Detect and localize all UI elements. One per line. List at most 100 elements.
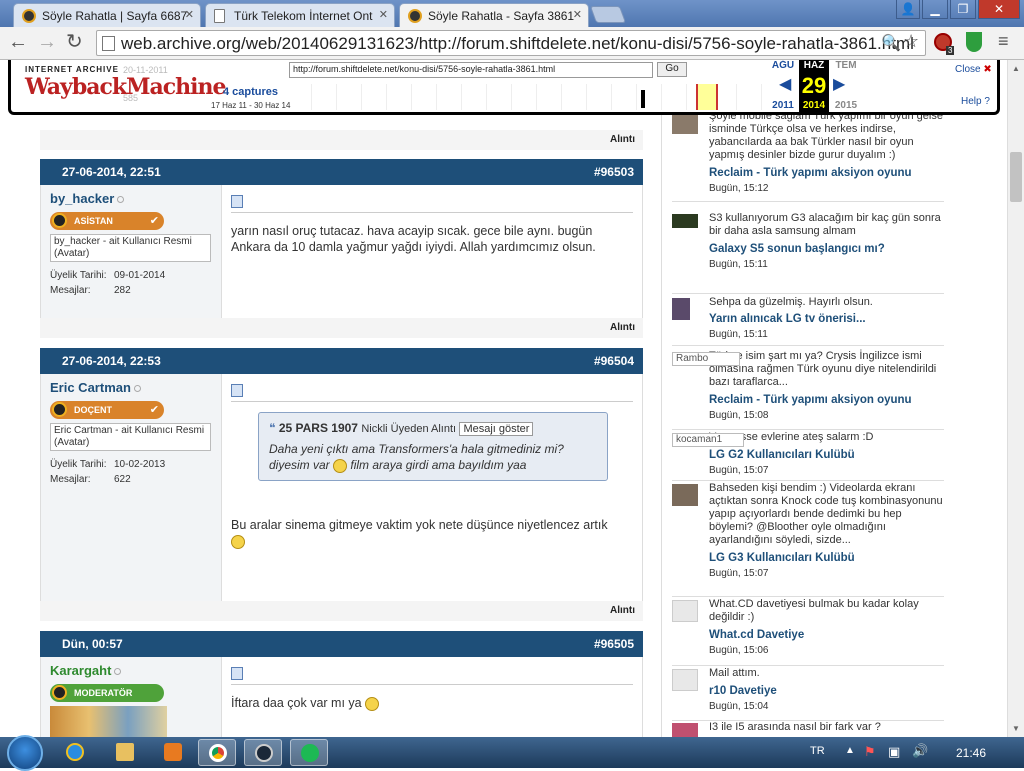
captures-link[interactable]: 4 captures xyxy=(223,86,278,98)
media-player-icon[interactable] xyxy=(154,739,192,766)
tray-expand-icon[interactable]: ▲ xyxy=(845,745,855,756)
back-icon[interactable]: ← xyxy=(8,32,28,52)
quote-link[interactable]: Alıntı xyxy=(40,130,643,150)
sidebar-thread-link[interactable]: LG G2 Kullanıcıları Kulübü xyxy=(709,449,944,461)
user-info: by_hacker ASİSTAN ✔ by_hacker - ait Kulla… xyxy=(41,185,222,318)
avatar[interactable] xyxy=(672,484,698,506)
volume-icon[interactable]: 🔊 xyxy=(912,743,928,759)
offline-status-icon xyxy=(133,385,141,392)
forward-icon[interactable]: → xyxy=(37,32,57,52)
scroll-up-icon[interactable]: ▲ xyxy=(1012,64,1020,73)
chrome-icon[interactable] xyxy=(198,739,236,766)
close-icon[interactable]: ✕ xyxy=(379,8,388,21)
username[interactable]: Karargaht xyxy=(50,663,212,678)
menu-icon[interactable]: ≡ xyxy=(998,31,1009,52)
post-number[interactable]: #96504 xyxy=(594,348,634,374)
divider xyxy=(231,212,633,213)
avatar[interactable]: Rambo xyxy=(672,352,740,366)
sidebar-thread-link[interactable]: What.cd Davetiye xyxy=(709,629,944,641)
address-bar[interactable]: web.archive.org/web/20140629131623/http:… xyxy=(96,30,926,56)
action-center-icon[interactable]: ⚑ xyxy=(864,744,876,760)
file-explorer-icon[interactable] xyxy=(106,739,144,766)
avatar[interactable] xyxy=(50,706,167,737)
tab-soyle-rahatla-6687[interactable]: Söyle Rahatla | Sayfa 6687 ✕ xyxy=(13,3,201,27)
minimize-button[interactable]: ▁ xyxy=(922,0,948,19)
wayback-go-button[interactable]: Go xyxy=(657,62,687,77)
avatar[interactable] xyxy=(672,214,698,228)
user-info: Karargaht MODERATÖR xyxy=(41,657,222,737)
username[interactable]: by_hacker xyxy=(50,191,212,206)
sidebar-time: Bugün, 15:07 xyxy=(709,568,769,579)
current-month: HAZ xyxy=(803,60,825,71)
network-icon[interactable]: ▣ xyxy=(888,744,900,760)
help-label[interactable]: Help xyxy=(961,96,982,107)
next-capture-arrow-icon[interactable]: ▶ xyxy=(833,74,845,94)
username-text[interactable]: Karargaht xyxy=(50,663,111,678)
shield-extension-icon[interactable] xyxy=(966,32,982,52)
post-text-content: İftara daa çok var mı ya xyxy=(231,696,362,710)
tab-soyle-rahatla-3861[interactable]: Söyle Rahatla - Sayfa 3861 ✕ xyxy=(399,3,589,27)
list-item: I3 ile I5 arasında nasıl bir fark var ? xyxy=(672,721,944,737)
sidebar-thread-link[interactable]: r10 Davetiye xyxy=(709,685,944,697)
default-avatar-icon[interactable] xyxy=(672,600,698,622)
join-date: 09-01-2014 xyxy=(114,270,166,281)
sidebar-thread-link[interactable]: LG G3 Kullanıcıları Kulübü xyxy=(709,552,944,564)
avatar[interactable] xyxy=(672,112,698,134)
close-label[interactable]: Close xyxy=(955,64,981,75)
join-date-label: Üyelik Tarihi: xyxy=(50,459,107,470)
reload-icon[interactable]: ↻ xyxy=(66,32,83,52)
post-number[interactable]: #96505 xyxy=(594,631,634,657)
scroll-thumb[interactable] xyxy=(1010,152,1022,202)
wayback-help[interactable]: Help ? xyxy=(961,96,990,107)
view-post-button[interactable]: Mesajı göster xyxy=(459,422,534,436)
user-icon[interactable]: 👤 xyxy=(896,0,920,19)
prev-month-link[interactable]: AĞU xyxy=(768,60,798,71)
sidebar-thread-link[interactable]: Reclaim - Türk yapımı aksiyon oyunu xyxy=(709,167,944,179)
username[interactable]: Eric Cartman xyxy=(50,380,212,395)
search-icon[interactable]: 🔍 xyxy=(881,33,901,53)
post-number[interactable]: #96503 xyxy=(594,159,634,185)
quote-link-label[interactable]: Alıntı xyxy=(610,605,635,616)
bookmark-star-icon[interactable]: ☆ xyxy=(903,31,919,52)
tab-turk-telekom[interactable]: Türk Telekom İnternet Ont ✕ xyxy=(205,3,395,27)
sidebar-thread-link[interactable]: Reclaim - Türk yapımı aksiyon oyunu xyxy=(709,394,944,406)
spotify-icon[interactable] xyxy=(290,739,328,766)
list-item: S3 kullanıyorum G3 alacağım bir kaç gün … xyxy=(672,212,944,294)
post-icon xyxy=(231,667,243,680)
close-icon[interactable]: ✕ xyxy=(573,8,582,21)
steam-icon[interactable] xyxy=(244,739,282,766)
page-scrollbar[interactable]: ▲ ▼ xyxy=(1007,60,1024,737)
close-window-button[interactable]: ✕ xyxy=(978,0,1020,19)
wayback-url-input[interactable]: http://forum.shiftdelete.net/konu-disi/5… xyxy=(289,62,653,78)
quote-link-label[interactable]: Alıntı xyxy=(610,134,635,145)
quote-link-label[interactable]: Alıntı xyxy=(610,322,635,333)
wayback-close[interactable]: Close ✖ xyxy=(955,64,992,75)
maximize-button[interactable]: ❐ xyxy=(950,0,976,19)
avatar[interactable]: kocaman1 xyxy=(672,433,744,447)
start-button[interactable] xyxy=(7,735,43,771)
close-icon[interactable]: ✖ xyxy=(983,64,991,75)
close-icon[interactable]: ✕ xyxy=(185,8,194,21)
avatar[interactable] xyxy=(672,723,698,737)
sidebar-thread-link[interactable]: Galaxy S5 sonun başlangıcı mı? xyxy=(709,243,944,255)
prev-capture-arrow-icon[interactable]: ◀ xyxy=(779,74,791,94)
sidebar-snippet: Sehpa da güzelmiş. Hayırlı olsun. xyxy=(709,296,873,308)
checkmark-icon: ✔ xyxy=(149,404,159,416)
clock[interactable]: 21:46 xyxy=(956,746,986,760)
avatar[interactable] xyxy=(672,298,690,320)
avatar[interactable]: Eric Cartman - ait Kullanıcı Resmi (Avat… xyxy=(50,423,211,451)
username-text[interactable]: Eric Cartman xyxy=(50,380,131,395)
new-tab-button[interactable] xyxy=(589,6,627,23)
scroll-down-icon[interactable]: ▼ xyxy=(1012,724,1020,733)
prev-year-link[interactable]: 2011 xyxy=(768,100,798,111)
language-indicator[interactable]: TR xyxy=(810,745,825,757)
avatar[interactable]: by_hacker - ait Kullanıcı Resmi (Avatar) xyxy=(50,234,211,262)
internet-explorer-icon[interactable] xyxy=(56,739,94,766)
default-avatar-icon[interactable] xyxy=(672,669,698,691)
help-icon[interactable]: ? xyxy=(984,96,990,107)
wayback-logo[interactable]: WaybackMachine xyxy=(25,74,226,100)
sidebar-thread-link[interactable]: Yarın alınıcak LG tv önerisi... xyxy=(709,313,944,325)
username-text[interactable]: by_hacker xyxy=(50,191,114,206)
quote-link[interactable]: Alıntı xyxy=(40,601,643,621)
quote-link[interactable]: Alıntı xyxy=(40,318,643,338)
